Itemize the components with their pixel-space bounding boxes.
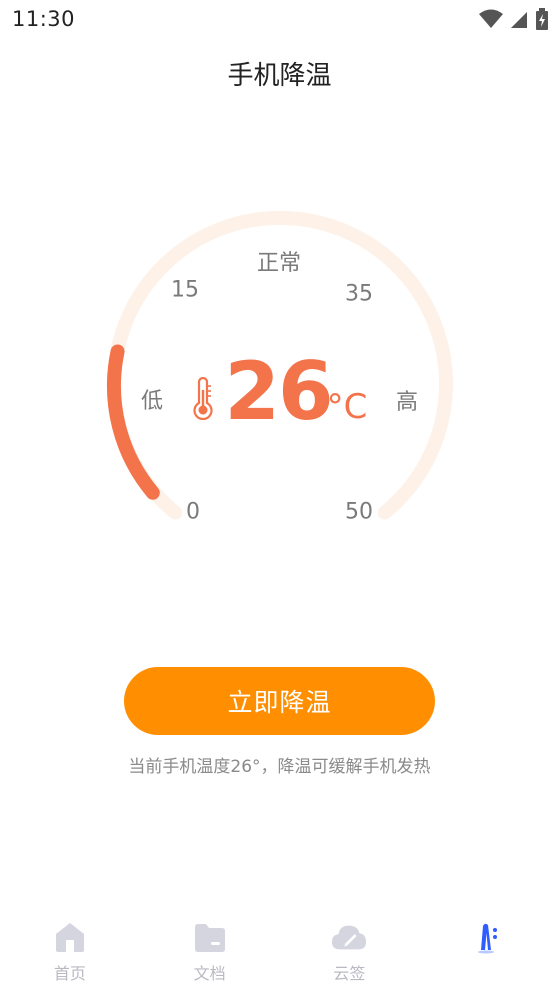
nav-item-cloud-sign[interactable]: 云签 [280, 912, 420, 993]
folder-icon [194, 924, 225, 952]
cooling-hint: 当前手机温度26°，降温可缓解手机发热 [128, 757, 431, 777]
nav-item-home[interactable]: 首页 [0, 912, 140, 993]
tick-label-35: 35 [345, 281, 373, 307]
tick-label-50: 50 [345, 499, 373, 525]
bottom-nav: 首页 文档 云签 [0, 912, 559, 993]
temperature-value: 26 [224, 345, 333, 438]
high-label: 高 [395, 390, 419, 415]
tick-label-15: 15 [171, 277, 199, 303]
cool-now-button[interactable]: 立即降温 [124, 667, 435, 735]
phone-cooling-screen: 11:30 手机降温 正常 15 35 低 高 0 50 26 °C 立即降温 … [0, 0, 559, 993]
gauge-svg [107, 210, 453, 520]
nav-label-cloud-sign: 云签 [333, 964, 366, 983]
low-label: 低 [140, 389, 164, 414]
nav-label-documents: 文档 [193, 964, 226, 983]
cooling-icon [478, 923, 498, 954]
temperature-unit: °C [326, 387, 368, 427]
cloud-sign-icon [332, 925, 367, 950]
nav-label-home: 首页 [53, 964, 86, 983]
gauge-status-label: 正常 [256, 251, 302, 276]
thermometer-icon [193, 376, 213, 420]
tick-label-0: 0 [186, 499, 200, 525]
temperature-gauge: 正常 15 35 低 高 0 50 26 °C [0, 0, 559, 560]
home-icon [55, 923, 84, 952]
nav-item-cooling[interactable] [419, 912, 559, 993]
nav-item-documents[interactable]: 文档 [140, 912, 280, 993]
